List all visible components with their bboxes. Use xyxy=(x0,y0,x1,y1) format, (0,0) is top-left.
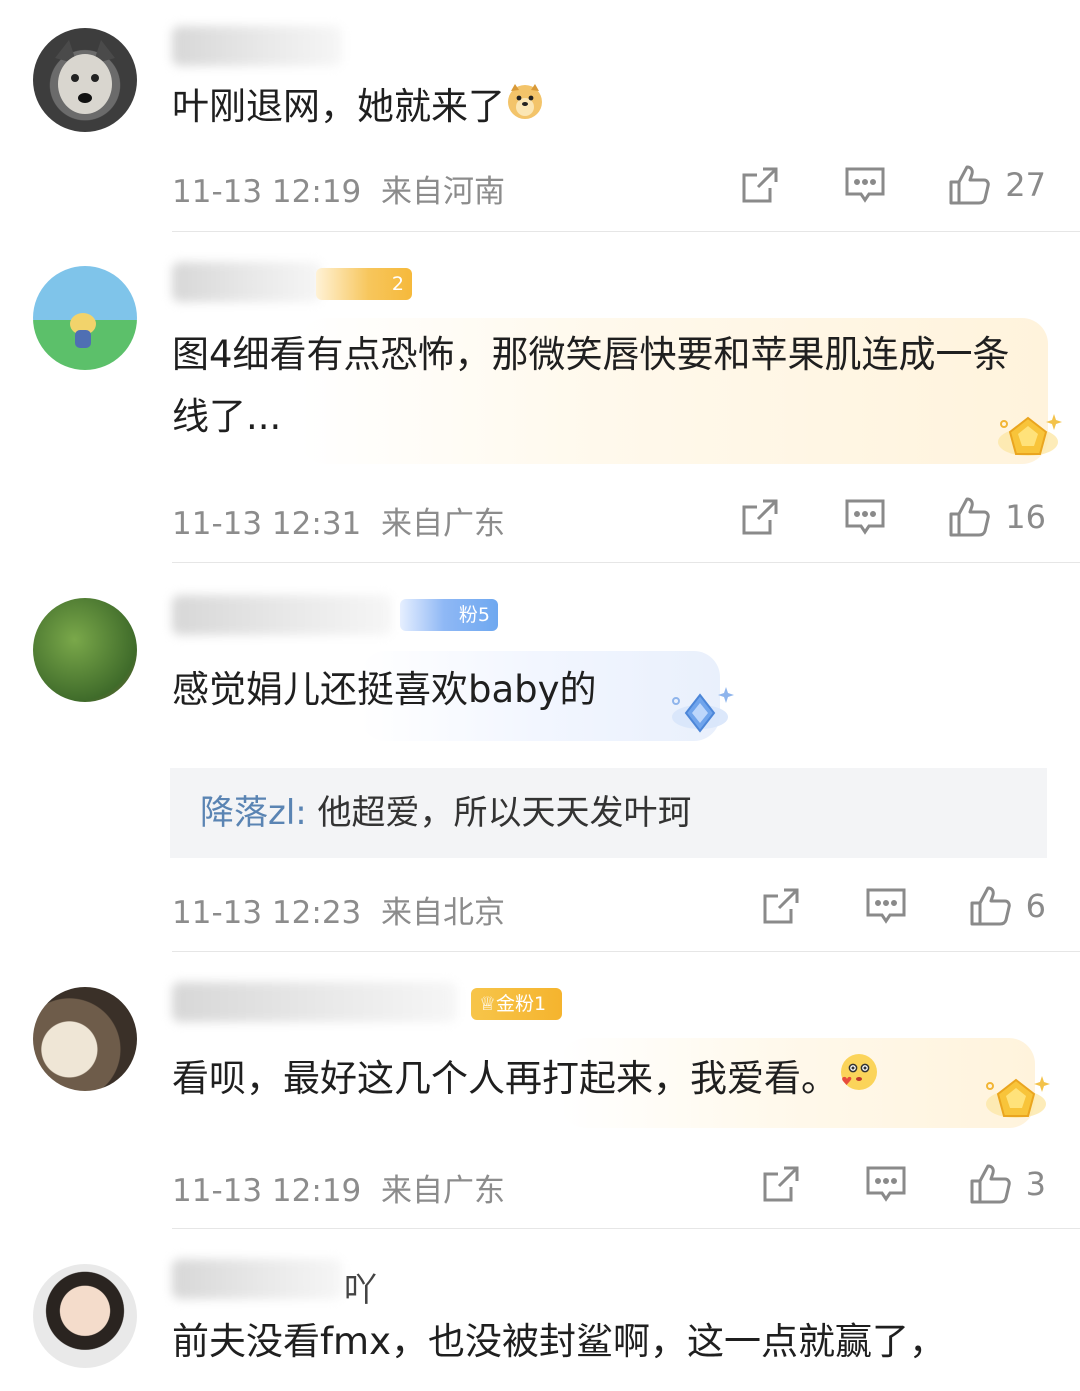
like-button[interactable]: 16 xyxy=(947,495,1046,539)
comment-text: 前夫没看fmx，也没被封鲨啊，这一点就赢了， xyxy=(172,1320,946,1363)
timestamp: 11-13 12:31 xyxy=(172,506,362,542)
reply-button[interactable] xyxy=(843,497,887,537)
reply-button[interactable] xyxy=(843,165,887,205)
reply-button[interactable] xyxy=(864,1164,908,1204)
comment-icon xyxy=(845,499,885,535)
location: 来自广东 xyxy=(381,1173,505,1209)
like-count: 27 xyxy=(1005,166,1046,204)
comment-item: 粉5 感觉娟儿还挺喜欢baby的 降落zl: 他超爱，所以天天发叶珂 11-13… xyxy=(0,563,1080,952)
fan-badge: 2 xyxy=(316,268,412,300)
comment-meta: 11-13 12:31 来自广东 xyxy=(172,498,505,543)
comment-icon xyxy=(866,888,906,924)
fan-badge: 粉5 xyxy=(400,599,498,631)
gold-gem-icon xyxy=(998,414,1062,456)
avatar[interactable] xyxy=(33,28,137,132)
location: 来自河南 xyxy=(381,174,505,210)
like-button[interactable]: 6 xyxy=(968,884,1046,928)
avatar[interactable] xyxy=(33,987,137,1091)
username-blurred[interactable] xyxy=(172,982,457,1022)
comment-icon xyxy=(845,167,885,203)
comment-icon xyxy=(866,1166,906,1202)
comment-item: 吖 前夫没看fmx，也没被封鲨啊，这一点就赢了， xyxy=(0,1229,1080,1391)
timestamp: 11-13 12:23 xyxy=(172,895,362,931)
like-count: 3 xyxy=(1025,1165,1046,1203)
like-button[interactable]: 27 xyxy=(947,163,1046,207)
like-button[interactable]: 3 xyxy=(968,1162,1046,1206)
share-icon xyxy=(763,888,799,924)
location: 来自广东 xyxy=(381,506,505,542)
timestamp: 11-13 12:19 xyxy=(172,1173,362,1209)
username-blurred[interactable] xyxy=(172,1259,342,1299)
share-button[interactable] xyxy=(760,1163,802,1205)
username-blurred[interactable] xyxy=(172,262,322,302)
fan-badge: ♕金粉1 xyxy=(471,988,562,1020)
comment-actions: 3 xyxy=(760,1161,1046,1207)
like-icon xyxy=(970,1164,1011,1204)
timestamp: 11-13 12:19 xyxy=(172,174,362,210)
share-icon xyxy=(763,1166,799,1202)
comment-item: ♕金粉1 看呗，最好这几个人再打起来，我爱看。 11-13 12:19 来自广东… xyxy=(0,952,1080,1229)
like-count: 6 xyxy=(1025,887,1046,925)
username-fragment[interactable]: 吖 xyxy=(344,1263,377,1311)
reply-preview[interactable]: 降落zl: 他超爱，所以天天发叶珂 xyxy=(170,768,1047,858)
comment-text: 图4细看有点恐怖，那微笑唇快要和苹果肌连成一条线了... xyxy=(172,333,1010,438)
share-button[interactable] xyxy=(739,164,781,206)
comment-text: 看呗，最好这几个人再打起来，我爱看。 xyxy=(172,1048,880,1112)
share-button[interactable] xyxy=(739,496,781,538)
share-button[interactable] xyxy=(760,885,802,927)
comment-meta: 11-13 12:23 来自北京 xyxy=(172,887,505,932)
avatar[interactable] xyxy=(33,1264,137,1368)
avatar[interactable] xyxy=(33,266,137,370)
comment-meta: 11-13 12:19 来自广东 xyxy=(172,1165,505,1210)
like-count: 16 xyxy=(1005,498,1046,536)
share-icon xyxy=(742,499,778,535)
reply-button[interactable] xyxy=(864,886,908,926)
doge-emoji xyxy=(505,78,545,140)
share-icon xyxy=(742,167,778,203)
comment-text: 感觉娟儿还挺喜欢baby的 xyxy=(172,668,597,711)
reply-text: 他超爱，所以天天发叶珂 xyxy=(306,793,692,833)
comment-actions: 27 xyxy=(739,162,1046,208)
blue-gem-icon xyxy=(672,687,734,733)
username-blurred[interactable] xyxy=(172,26,342,66)
blushing-face-emoji xyxy=(838,1050,880,1112)
username-blurred[interactable] xyxy=(172,595,392,635)
comment-text: 叶刚退网，她就来了 xyxy=(172,76,545,140)
comment-actions: 6 xyxy=(760,883,1046,929)
like-icon xyxy=(949,497,991,537)
comment-meta: 11-13 12:19 来自河南 xyxy=(172,166,505,211)
comment-actions: 16 xyxy=(739,494,1046,540)
crown-icon: ♕ xyxy=(479,993,497,1015)
comment-item: 2 图4细看有点恐怖，那微笑唇快要和苹果肌连成一条线了... 11-13 12:… xyxy=(0,232,1080,563)
comment-item: 叶刚退网，她就来了 11-13 12:19 来自河南 27 xyxy=(0,0,1080,232)
reply-username[interactable]: 降落zl: xyxy=(200,793,307,833)
like-icon xyxy=(949,165,991,205)
avatar[interactable] xyxy=(33,598,137,702)
gold-gem-icon xyxy=(986,1076,1050,1118)
like-icon xyxy=(970,886,1011,926)
location: 来自北京 xyxy=(381,895,505,931)
